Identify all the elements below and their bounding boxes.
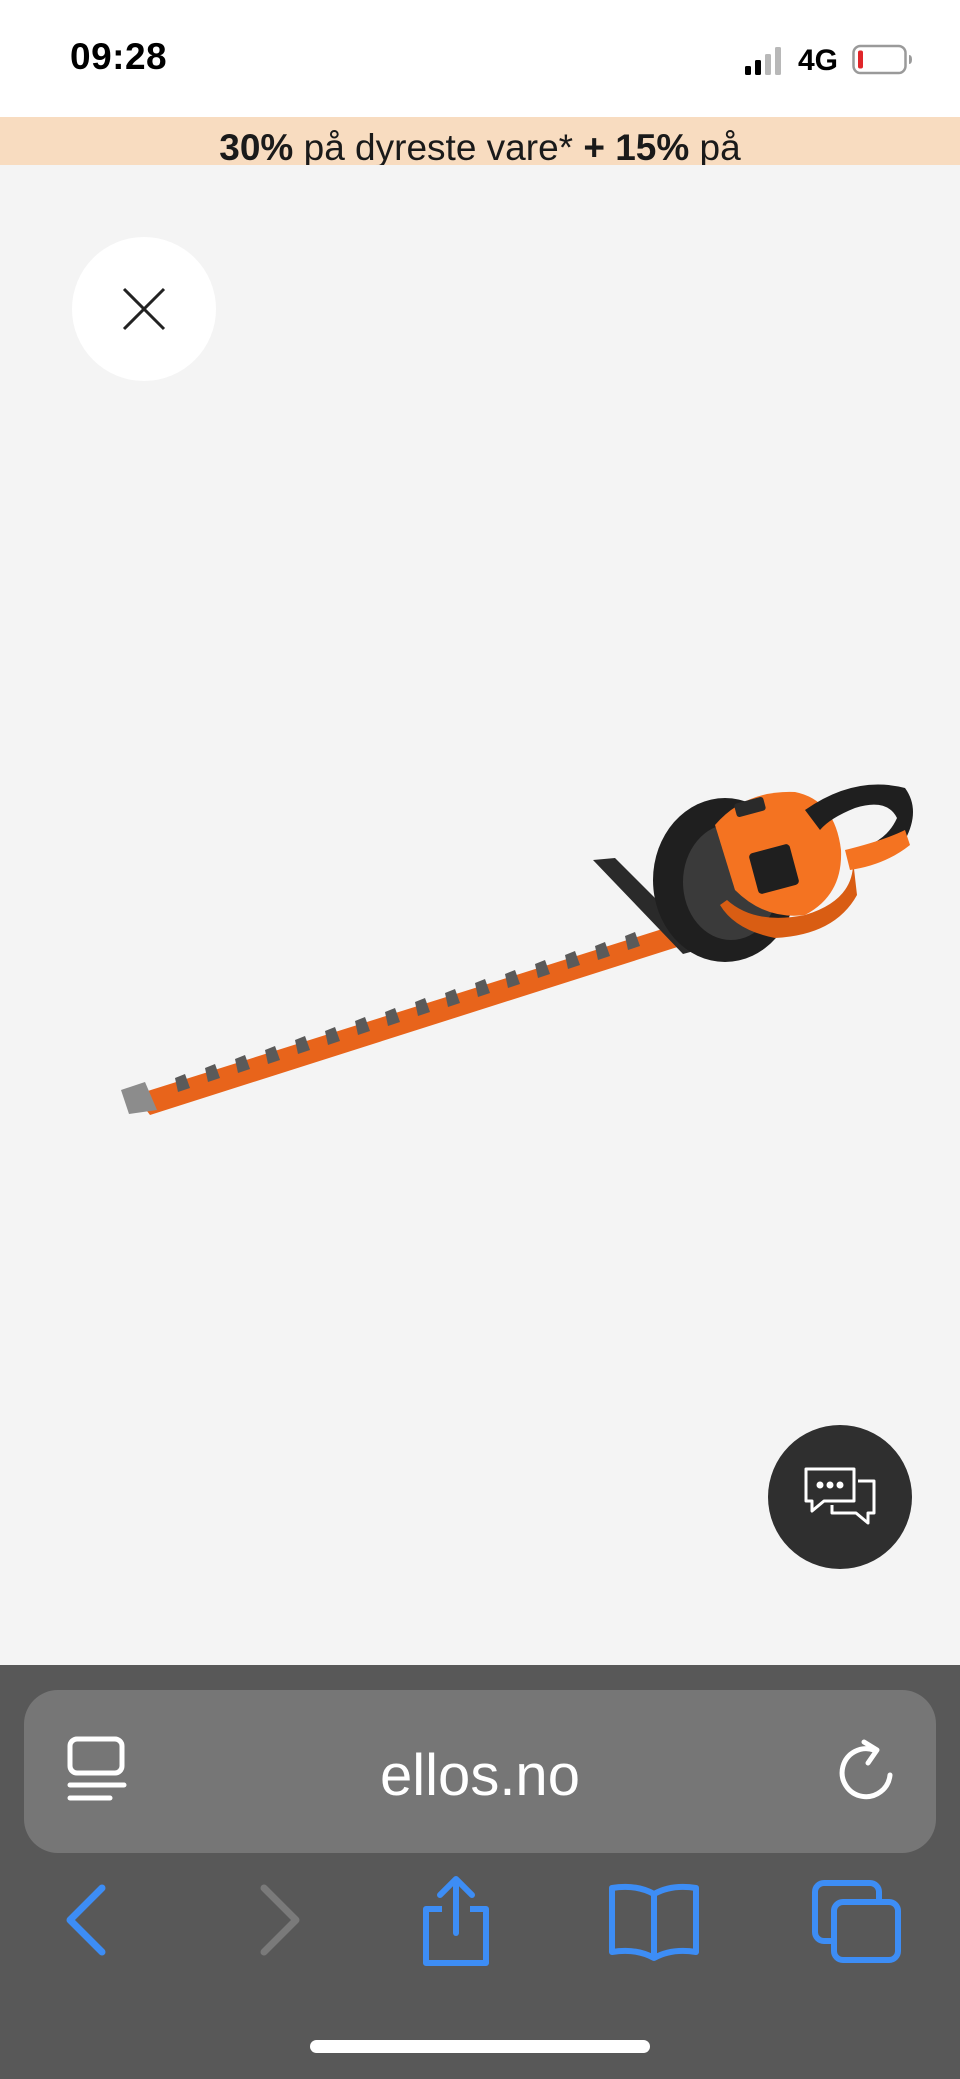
battery-icon xyxy=(852,44,912,75)
promo-bold-2: + 15% xyxy=(583,127,690,165)
tabs-icon[interactable] xyxy=(812,1880,904,1966)
chat-bubbles-icon xyxy=(804,1467,876,1525)
reader-mode-icon[interactable] xyxy=(66,1736,130,1804)
close-icon xyxy=(122,287,166,331)
back-icon[interactable] xyxy=(58,1880,114,1960)
reload-icon[interactable] xyxy=(832,1737,902,1807)
close-button[interactable] xyxy=(72,237,216,381)
bookmarks-icon[interactable] xyxy=(606,1880,702,1964)
home-indicator[interactable] xyxy=(310,2040,650,2053)
forward-icon[interactable] xyxy=(252,1880,308,1960)
chat-button[interactable] xyxy=(768,1425,912,1569)
promo-text-1: på dyreste vare* xyxy=(293,127,584,165)
share-icon[interactable] xyxy=(416,1873,496,1969)
url-text[interactable]: ellos.no xyxy=(200,1742,760,1809)
promo-text: 30% på dyreste vare* + 15% på xyxy=(0,127,960,165)
status-bar: 09:28 4G xyxy=(0,0,960,117)
status-time: 09:28 xyxy=(70,36,168,77)
signal-icon xyxy=(745,47,781,75)
promo-bold-1: 30% xyxy=(219,127,294,165)
hedge-trimmer-image xyxy=(121,784,913,1115)
promo-banner[interactable]: 30% på dyreste vare* + 15% på xyxy=(0,117,960,165)
network-type: 4G xyxy=(798,44,839,77)
promo-text-2: på xyxy=(689,127,741,165)
